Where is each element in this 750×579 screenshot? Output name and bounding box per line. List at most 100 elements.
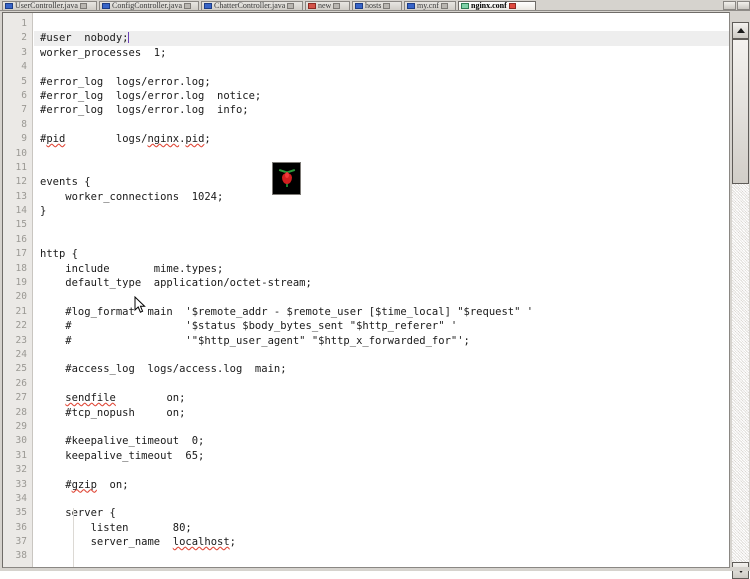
- code-line[interactable]: #tcp_nopush on;: [34, 406, 729, 420]
- code-line[interactable]: [34, 290, 729, 304]
- code-line[interactable]: #error_log logs/error.log;: [34, 75, 729, 89]
- tab-close-icon[interactable]: [333, 3, 341, 9]
- line-number: 11: [15, 161, 27, 173]
- code-line[interactable]: [34, 218, 729, 232]
- code-line-text: #error_log logs/error.log notice;: [40, 89, 262, 102]
- code-line[interactable]: [34, 233, 729, 247]
- code-line[interactable]: [34, 377, 729, 391]
- code-line[interactable]: keepalive_timeout 65;: [34, 449, 729, 463]
- tab-nginx-conf[interactable]: nginx.conf: [458, 1, 536, 10]
- tab-label: my.cnf: [417, 2, 439, 10]
- code-line[interactable]: [34, 463, 729, 477]
- tab-usercontroller-java[interactable]: UserController.java: [2, 1, 97, 10]
- tab-close-icon[interactable]: [287, 3, 295, 9]
- code-text-area[interactable]: #user nobody; worker_processes 1; #error_l…: [34, 13, 729, 567]
- code-line[interactable]: http {: [34, 247, 729, 261]
- line-number: 15: [15, 219, 27, 231]
- code-line[interactable]: server {: [34, 506, 729, 520]
- code-line[interactable]: listen 80;: [34, 521, 729, 535]
- tab-close-icon[interactable]: [508, 3, 516, 9]
- editor-window: UserController.java ConfigController.java…: [0, 0, 750, 579]
- code-line-text: #error_log logs/error.log info;: [40, 104, 249, 117]
- code-line[interactable]: server_name localhost;: [34, 535, 729, 549]
- code-line-text: }: [40, 205, 47, 218]
- red-tulip-thumbnail-image[interactable]: [272, 162, 301, 195]
- tab-close-icon[interactable]: [440, 3, 448, 9]
- code-line-text: worker_processes 1;: [40, 46, 167, 59]
- code-line[interactable]: #gzip on;: [34, 478, 729, 492]
- line-number: 25: [15, 363, 27, 375]
- line-number: 8: [21, 118, 27, 130]
- tab-chattercontroller-java[interactable]: ChatterController.java: [201, 1, 303, 10]
- tab-close-icon[interactable]: [383, 3, 391, 9]
- code-line[interactable]: include mime.types;: [34, 262, 729, 276]
- indent-guide: [73, 508, 74, 567]
- editor-viewport[interactable]: 1 2 3 4 5 6 7 8 9 10 11 12 13 14 15 16 17 18 19 20 21 22 23 24 2…: [2, 12, 730, 568]
- code-line[interactable]: [34, 420, 729, 434]
- code-line[interactable]: events {: [34, 175, 729, 189]
- line-number: 32: [15, 464, 27, 476]
- tab-hosts[interactable]: hosts: [352, 1, 402, 10]
- code-line-text: keepalive_timeout 65;: [40, 449, 205, 462]
- code-line[interactable]: [34, 161, 729, 175]
- line-number: 14: [15, 205, 27, 217]
- line-number: 6: [21, 89, 27, 101]
- line-number: 10: [15, 147, 27, 159]
- code-line[interactable]: [34, 348, 729, 362]
- code-line-text: #pid logs/nginx.pid;: [40, 133, 211, 146]
- text-file-icon: [407, 3, 415, 9]
- line-number: 17: [15, 248, 27, 260]
- code-line[interactable]: }: [34, 204, 729, 218]
- vertical-scrollbar[interactable]: [732, 22, 749, 579]
- code-line[interactable]: worker_connections 1024;: [34, 190, 729, 204]
- line-number: 9: [21, 133, 27, 145]
- line-number: 24: [15, 348, 27, 360]
- code-line[interactable]: #log_format main '$remote_addr - $remote…: [34, 305, 729, 319]
- code-line-text: default_type application/octet-stream;: [40, 277, 312, 290]
- scroll-up-button[interactable]: [732, 22, 749, 39]
- tab-new[interactable]: new: [305, 1, 350, 10]
- code-line[interactable]: [34, 118, 729, 132]
- scrollbar-track[interactable]: [732, 39, 749, 562]
- code-line[interactable]: # '"$http_user_agent" "$http_x_forwarded…: [34, 334, 729, 348]
- code-line[interactable]: [34, 60, 729, 74]
- tab-label: hosts: [365, 2, 382, 10]
- tab-my-cnf[interactable]: my.cnf: [404, 1, 456, 10]
- code-line[interactable]: #pid logs/nginx.pid;: [34, 132, 729, 146]
- code-line[interactable]: #user nobody;: [34, 31, 729, 46]
- tab-close-icon[interactable]: [79, 3, 87, 9]
- code-line[interactable]: # '$status $body_bytes_sent "$http_refer…: [34, 319, 729, 333]
- tab-scroll-next-button[interactable]: [737, 1, 750, 10]
- tab-label: nginx.conf: [471, 2, 507, 10]
- code-line[interactable]: default_type application/octet-stream;: [34, 276, 729, 290]
- line-number: 22: [15, 320, 27, 332]
- tab-configcontroller-java[interactable]: ConfigController.java: [99, 1, 199, 10]
- code-line[interactable]: sendfile on;: [34, 391, 729, 405]
- code-line[interactable]: worker_processes 1;: [34, 46, 729, 60]
- code-line[interactable]: #access_log logs/access.log main;: [34, 362, 729, 376]
- code-line[interactable]: #error_log logs/error.log notice;: [34, 89, 729, 103]
- line-number: 5: [21, 75, 27, 87]
- java-file-icon: [5, 3, 13, 9]
- line-number: 31: [15, 449, 27, 461]
- code-line-text: sendfile on;: [65, 392, 186, 405]
- tab-close-icon[interactable]: [184, 3, 191, 9]
- code-line[interactable]: [34, 492, 729, 506]
- code-line[interactable]: [34, 147, 729, 161]
- editor-frame: 1 2 3 4 5 6 7 8 9 10 11 12 13 14 15 16 17 18 19 20 21 22 23 24 2…: [0, 10, 750, 579]
- line-number: 16: [15, 233, 27, 245]
- code-line-text: # '$status $body_bytes_sent "$http_refer…: [40, 320, 458, 333]
- line-number: 28: [15, 406, 27, 418]
- tab-scroll-prev-button[interactable]: [723, 1, 736, 10]
- code-line[interactable]: [34, 549, 729, 563]
- code-line[interactable]: #error_log logs/error.log info;: [34, 103, 729, 117]
- code-line[interactable]: #keepalive_timeout 0;: [34, 434, 729, 448]
- config-file-icon: [461, 3, 469, 9]
- line-number: 37: [15, 536, 27, 548]
- line-number: 34: [15, 492, 27, 504]
- scrollbar-thumb[interactable]: [732, 39, 749, 184]
- code-line-text: #error_log logs/error.log;: [40, 75, 211, 88]
- code-line[interactable]: [34, 17, 729, 31]
- line-number: 21: [15, 305, 27, 317]
- line-number: 7: [21, 104, 27, 116]
